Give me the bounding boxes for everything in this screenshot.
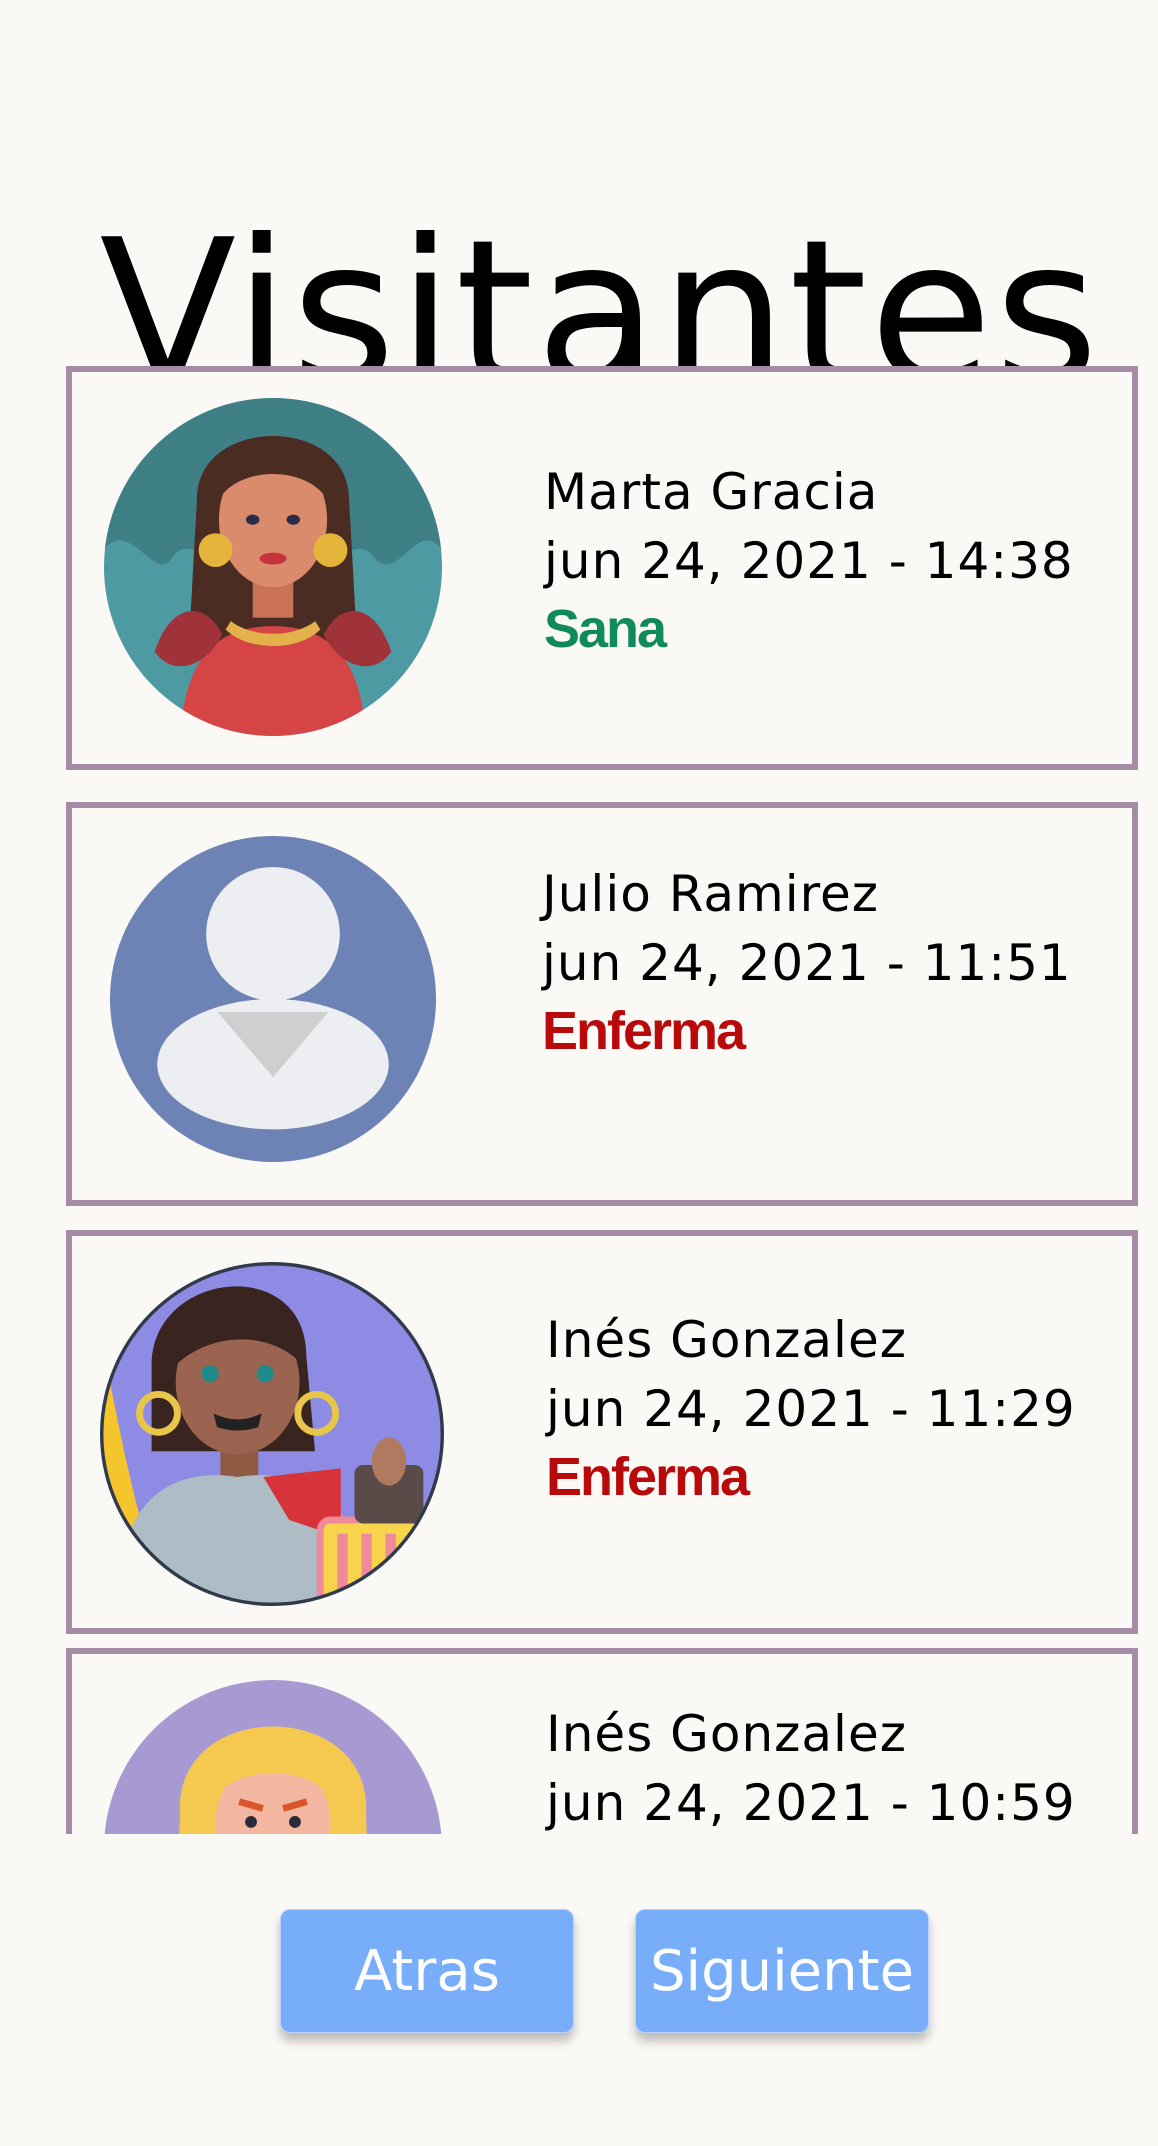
visitor-name: Inés Gonzalez xyxy=(546,1311,907,1369)
visitor-status: Sana xyxy=(544,599,667,659)
woman-harp-avatar-icon xyxy=(100,1262,444,1606)
visitor-card[interactable]: Inés Gonzalez jun 24, 2021 - 10:59 xyxy=(66,1648,1138,1834)
visitor-name: Inés Gonzalez xyxy=(546,1705,907,1763)
visitor-list[interactable]: Marta Gracia jun 24, 2021 - 14:38 Sana J… xyxy=(66,366,1138,1834)
visitor-datetime: jun 24, 2021 - 11:29 xyxy=(546,1380,1076,1438)
visitor-name: Marta Gracia xyxy=(544,463,879,521)
next-button[interactable]: Siguiente xyxy=(635,1909,929,2033)
visitor-datetime: jun 24, 2021 - 10:59 xyxy=(546,1774,1076,1832)
default-user-avatar-icon xyxy=(110,836,436,1162)
woman-red-dress-avatar-icon xyxy=(104,398,442,736)
visitor-status: Enferma xyxy=(546,1447,750,1507)
visitor-name: Julio Ramirez xyxy=(542,865,880,923)
blonde-woman-mask-avatar-icon xyxy=(104,1680,442,1834)
visitor-card[interactable]: Inés Gonzalez jun 24, 2021 - 11:29 Enfer… xyxy=(66,1230,1138,1634)
visitor-card[interactable]: Julio Ramirez jun 24, 2021 - 11:51 Enfer… xyxy=(66,802,1138,1206)
visitor-status: Enferma xyxy=(542,1001,746,1061)
visitor-datetime: jun 24, 2021 - 11:51 xyxy=(542,934,1072,992)
visitor-datetime: jun 24, 2021 - 14:38 xyxy=(544,532,1074,590)
back-button[interactable]: Atras xyxy=(280,1909,574,2033)
visitor-card[interactable]: Marta Gracia jun 24, 2021 - 14:38 Sana xyxy=(66,366,1138,770)
